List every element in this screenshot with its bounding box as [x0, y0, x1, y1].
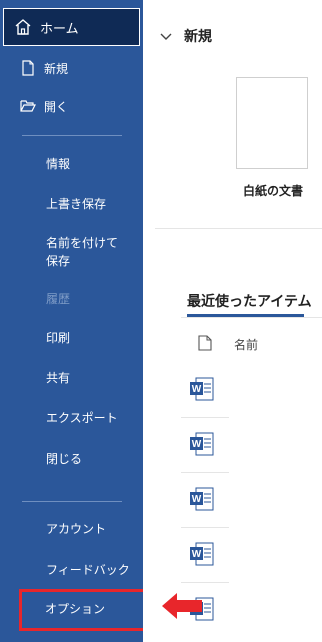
nav-home-button[interactable]: ホーム [3, 8, 140, 46]
blank-document-label[interactable]: 白紙の文書 [243, 182, 303, 199]
recent-file-row[interactable]: W [181, 363, 322, 418]
column-name-label[interactable]: 名前 [234, 336, 258, 353]
file-type-icon [198, 335, 212, 351]
red-arrow-annotation [162, 593, 202, 619]
nav-info-label: 情報 [46, 157, 71, 171]
nav-home-label: ホーム [40, 21, 79, 37]
svg-text:W: W [192, 494, 202, 505]
svg-text:W: W [192, 439, 202, 450]
recent-tab-underline [187, 314, 304, 317]
svg-text:W: W [192, 384, 202, 395]
nav-account[interactable]: アカウント [0, 520, 143, 538]
nav-close-label: 閉じる [46, 452, 83, 466]
nav-account-label: アカウント [46, 522, 107, 536]
nav-export-label: エクスポート [46, 411, 118, 425]
new-section-header[interactable]: 新規 [160, 26, 212, 46]
nav-open[interactable]: 開く [0, 96, 143, 116]
nav-open-label: 開く [44, 99, 69, 114]
word-document-icon: W [190, 487, 214, 511]
nav-history: 履歴 [0, 290, 143, 308]
nav-save-as[interactable]: 名前を付けて保存 [0, 234, 143, 270]
recent-file-row[interactable]: W [181, 473, 322, 528]
recent-file-row[interactable]: W [181, 528, 322, 583]
word-document-icon: W [190, 432, 214, 456]
recent-file-row[interactable]: W [181, 418, 322, 473]
nav-new-label: 新規 [44, 61, 69, 76]
new-section-title: 新規 [184, 29, 212, 45]
backstage-sidebar: ホーム 新規 開く 情報 上書き保存 名前を付けて保存 履歴 印刷 共有 エクス… [0, 0, 143, 642]
new-document-icon [22, 60, 34, 76]
blank-document-thumbnail[interactable] [236, 77, 308, 169]
chevron-down-icon [160, 33, 172, 40]
nav-export[interactable]: エクスポート [0, 409, 143, 427]
nav-save-as-label: 名前を付けて保存 [46, 236, 119, 268]
nav-history-label: 履歴 [46, 292, 71, 306]
recent-tab-baseline [181, 317, 322, 318]
nav-share[interactable]: 共有 [0, 369, 143, 387]
backstage-main: 新規 白紙の文書 最近使ったアイテム 名前 W W W W [143, 0, 322, 642]
nav-print-label: 印刷 [46, 331, 71, 345]
word-document-icon: W [190, 377, 214, 401]
nav-save[interactable]: 上書き保存 [0, 195, 143, 213]
section-separator [155, 228, 322, 229]
nav-feedback-label: フィードバック [46, 563, 130, 577]
sidebar-divider [22, 135, 122, 136]
nav-save-label: 上書き保存 [46, 197, 107, 211]
options-highlight-box [19, 589, 151, 631]
nav-share-label: 共有 [46, 371, 71, 385]
nav-print[interactable]: 印刷 [0, 329, 143, 347]
home-icon [15, 19, 31, 35]
nav-close[interactable]: 閉じる [0, 450, 143, 468]
nav-feedback[interactable]: フィードバック [0, 561, 143, 579]
word-document-icon: W [190, 542, 214, 566]
svg-text:W: W [192, 549, 202, 560]
recent-tab[interactable]: 最近使ったアイテム [187, 291, 312, 311]
sidebar-divider [22, 501, 122, 502]
nav-new[interactable]: 新規 [0, 58, 143, 78]
open-folder-icon [20, 100, 36, 112]
recent-column-header: 名前 [198, 335, 258, 352]
nav-info[interactable]: 情報 [0, 155, 143, 173]
